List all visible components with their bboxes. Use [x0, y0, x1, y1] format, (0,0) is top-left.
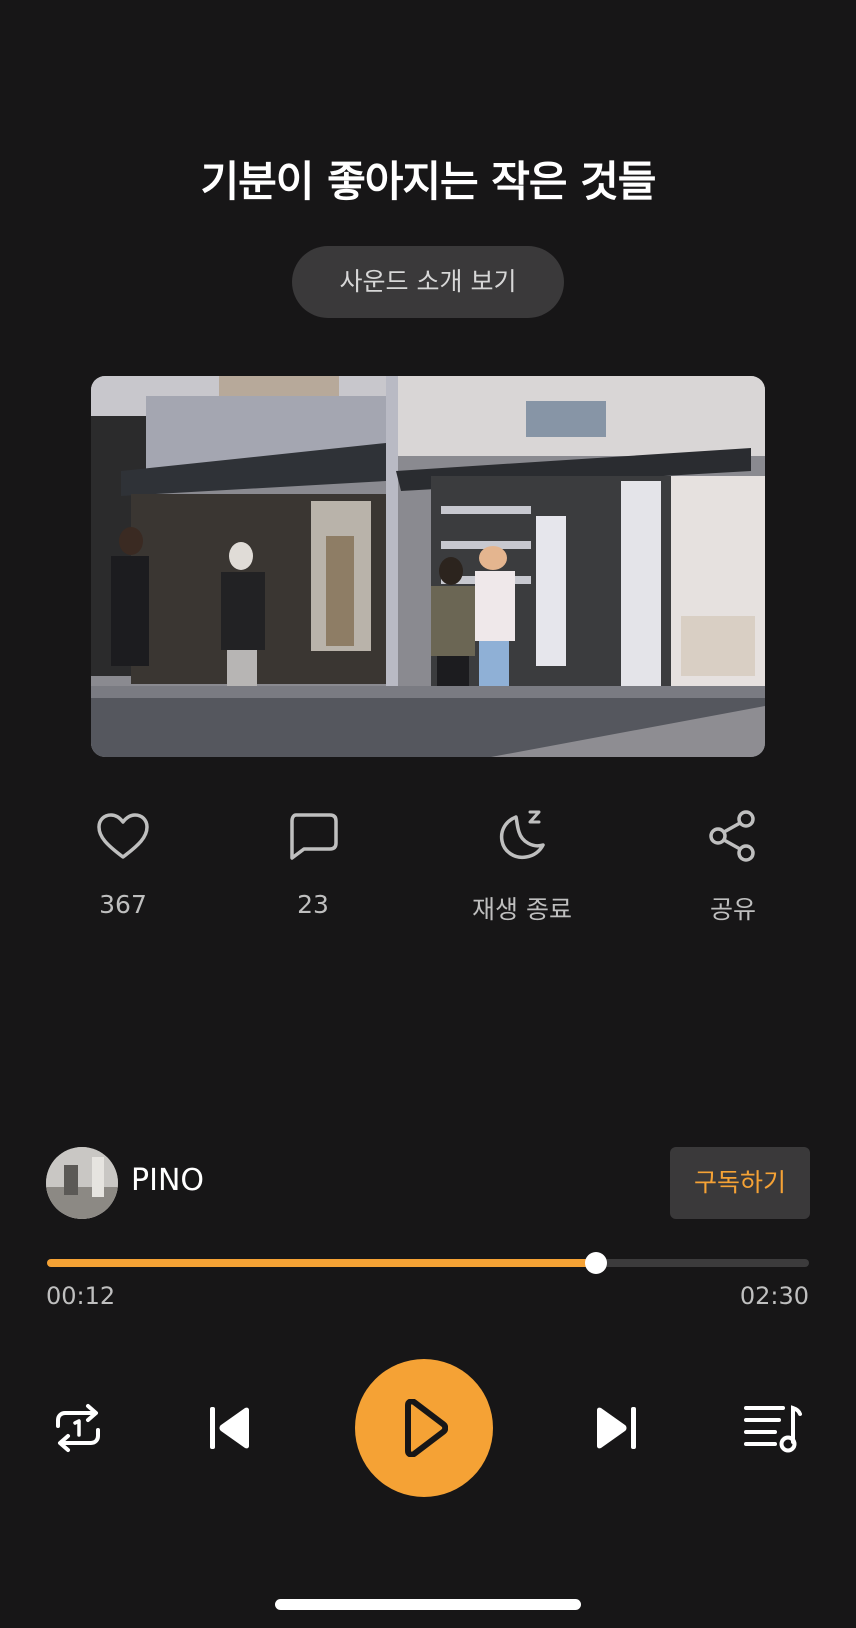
comment-count: 23	[297, 890, 329, 919]
artist-name[interactable]: PINO	[131, 1163, 204, 1198]
avatar[interactable]	[46, 1147, 118, 1219]
artist-row: PINO 구독하기	[46, 1147, 810, 1219]
playlist-icon[interactable]	[742, 1398, 804, 1458]
sound-intro-button[interactable]: 사운드 소개 보기	[292, 246, 564, 318]
subscribe-button[interactable]: 구독하기	[670, 1147, 810, 1219]
comment-icon[interactable]	[233, 806, 393, 866]
progress-slider[interactable]	[47, 1252, 809, 1274]
moon-sleep-icon[interactable]	[442, 806, 602, 866]
sleep-timer-label: 재생 종료	[472, 895, 572, 924]
sound-title: 기분이 좋아지는 작은 것들	[200, 157, 657, 206]
share-label: 공유	[709, 895, 756, 924]
total-time: 02:30	[739, 1282, 809, 1310]
like-count: 367	[99, 890, 147, 919]
sleep-timer-action[interactable]: 재생 종료	[442, 806, 602, 926]
progress-knob[interactable]	[584, 1252, 607, 1274]
skip-previous-icon[interactable]	[200, 1398, 260, 1458]
play-icon	[405, 1399, 448, 1457]
share-icon[interactable]	[653, 806, 813, 866]
share-action[interactable]: 공유	[653, 806, 813, 926]
home-indicator[interactable]	[275, 1599, 581, 1610]
cover-image	[91, 376, 765, 757]
heart-icon[interactable]	[43, 806, 203, 866]
repeat-one-icon[interactable]	[48, 1398, 108, 1458]
like-action[interactable]: 367	[43, 806, 203, 919]
current-time: 00:12	[46, 1282, 116, 1310]
play-button[interactable]	[355, 1359, 493, 1497]
comment-action[interactable]: 23	[233, 806, 393, 919]
skip-next-icon[interactable]	[586, 1398, 646, 1458]
storefront-photo	[91, 376, 765, 757]
progress-fill	[47, 1259, 596, 1267]
